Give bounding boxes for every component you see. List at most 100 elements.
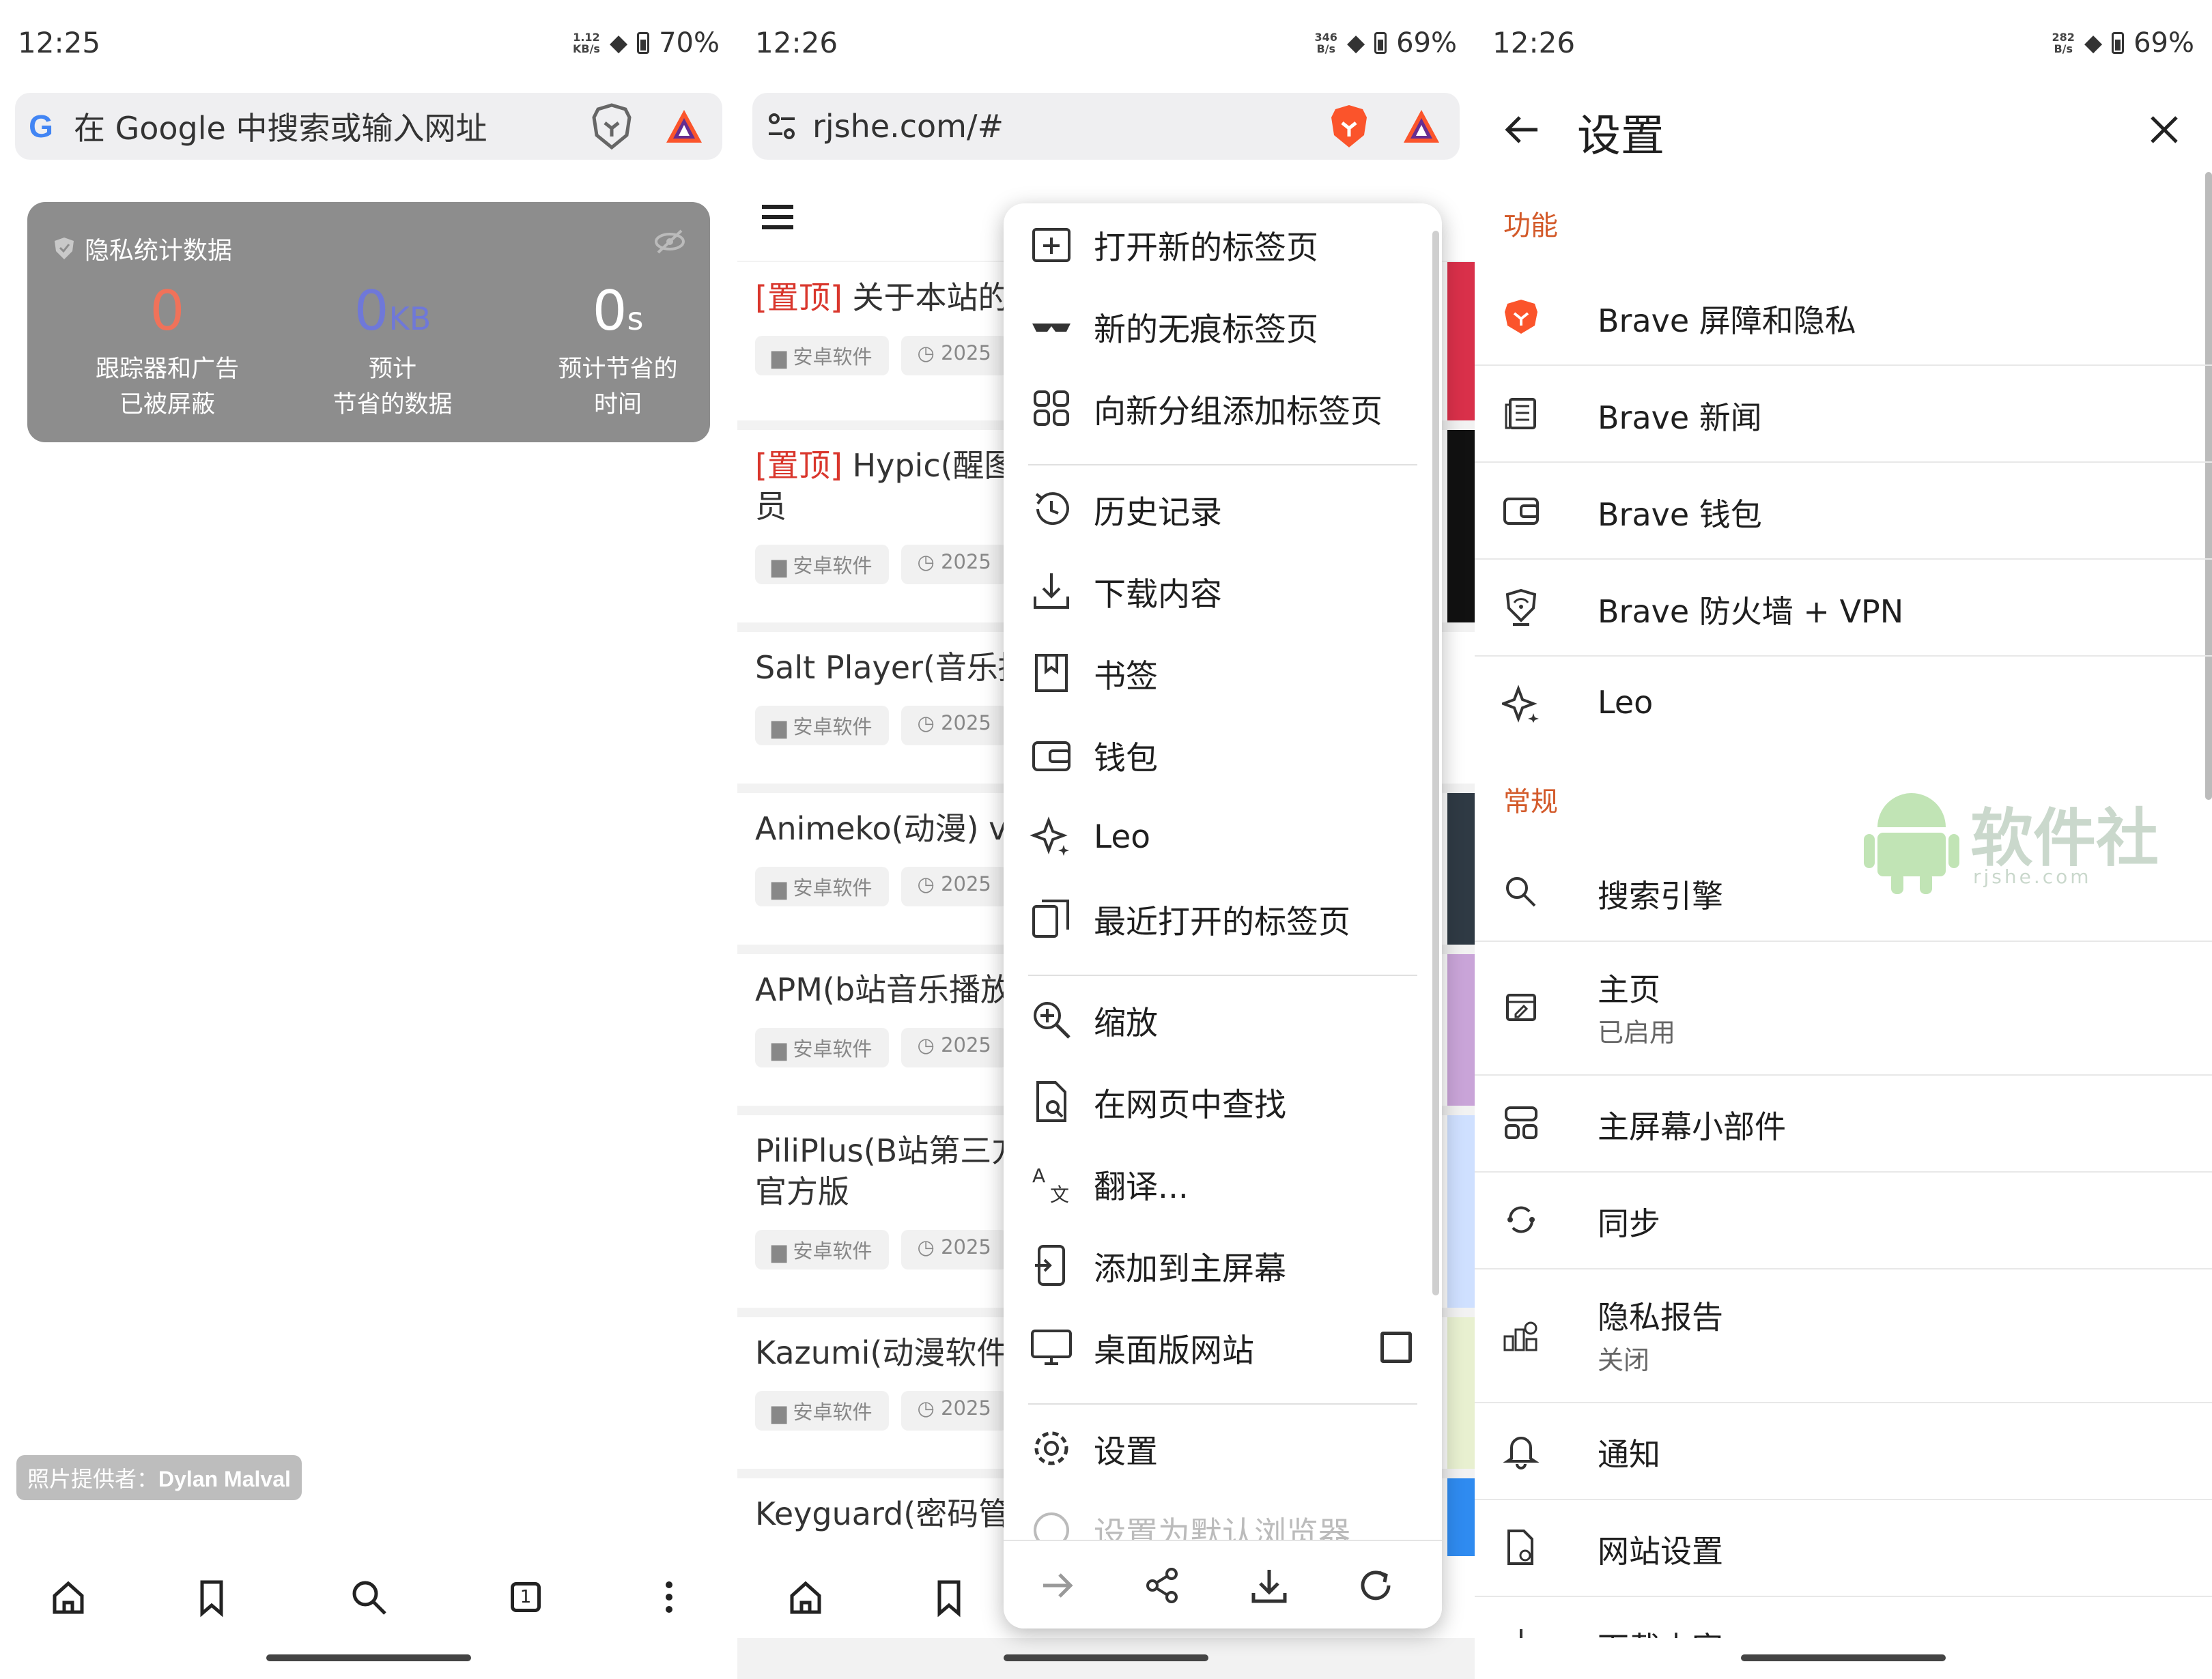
incognito-icon [1032, 324, 1070, 332]
section-general: 常规 [1503, 786, 1558, 818]
battery-level: 70% [659, 27, 720, 59]
settings-row[interactable]: Brave 新闻 [1475, 364, 2212, 463]
settings-row[interactable]: Brave 钱包 [1475, 461, 2212, 560]
menu-item[interactable]: 钱包 [1004, 714, 1442, 796]
settings-row[interactable]: 通知 [1475, 1402, 2212, 1500]
menu-item[interactable]: A 文翻译... [1004, 1143, 1442, 1224]
category-chip[interactable]: ▆ 安卓软件 [755, 1028, 889, 1067]
search-icon[interactable] [348, 1577, 389, 1618]
address-bar[interactable]: rjshe.com/# [752, 93, 1460, 160]
more-menu-icon[interactable] [649, 1577, 690, 1618]
menu-item[interactable]: 新的无痕标签页 [1004, 285, 1442, 367]
settings-row[interactable]: 网站设置 [1475, 1499, 2212, 1597]
settings-icon [1034, 1431, 1068, 1465]
desktop-site-checkbox[interactable] [1380, 1332, 1412, 1363]
menu-item[interactable]: 设置 [1004, 1407, 1442, 1489]
settings-row[interactable]: Leo [1475, 655, 2212, 752]
bookmark-icon [1035, 654, 1068, 692]
menu-item-label: 打开新的标签页 [1094, 229, 1318, 267]
brave-rewards-icon[interactable] [1401, 106, 1442, 147]
settings-row-label: 同步 [1598, 1205, 1660, 1242]
bookmark-icon[interactable] [191, 1577, 232, 1618]
menu-item[interactable]: 在网页中查找 [1004, 1061, 1442, 1143]
menu-item[interactable]: 桌面版网站 [1004, 1306, 1442, 1388]
close-icon[interactable] [2144, 109, 2185, 150]
battery-icon [1374, 32, 1387, 54]
download-page-icon[interactable] [1248, 1564, 1290, 1607]
wifi-icon: ◆ [1346, 29, 1365, 57]
reload-icon[interactable] [1355, 1564, 1397, 1607]
tab-switcher-button[interactable]: 1 [505, 1577, 546, 1618]
bookmark-icon[interactable] [928, 1577, 969, 1618]
settings-row[interactable]: 主屏幕小部件 [1475, 1074, 2212, 1173]
menu-item[interactable]: 书签 [1004, 632, 1442, 714]
settings-toolbar: 设置 [1475, 89, 2212, 171]
menu-item-label: 设置 [1094, 1433, 1158, 1471]
recent-tabs-icon [1032, 900, 1069, 938]
post-thumbnail [1447, 262, 1475, 420]
download-icon [1034, 573, 1069, 609]
settings-row[interactable]: 主页 已启用 [1475, 941, 2212, 1076]
forward-icon[interactable] [1036, 1564, 1079, 1607]
new-tab-screen: 12:25 1.12 KB/s ◆ 70% G 在 Google 中搜索或输入网址… [0, 0, 737, 1679]
brave-rewards-icon[interactable] [664, 106, 705, 147]
share-icon[interactable] [1142, 1564, 1184, 1607]
post-thumbnail [1447, 793, 1475, 945]
sync-icon [1507, 1206, 1535, 1233]
settings-row-label: Leo [1598, 684, 1654, 721]
site-info-icon[interactable] [766, 111, 797, 142]
settings-row-label: 主屏幕小部件 [1598, 1108, 1786, 1145]
widget-icon [1505, 1106, 1537, 1139]
settings-row[interactable]: Brave 屏障和隐私 [1475, 268, 2212, 366]
menu-item[interactable]: 打开新的标签页 [1004, 203, 1442, 285]
menu-item-label: 历史记录 [1094, 493, 1222, 532]
photo-credit[interactable]: 照片提供者：Dylan Malval [16, 1455, 302, 1500]
category-chip[interactable]: ▆ 安卓软件 [755, 706, 889, 745]
category-chip[interactable]: ▆ 安卓软件 [755, 1230, 889, 1269]
menu-item[interactable]: 下载内容 [1004, 550, 1442, 632]
menu-item[interactable]: 向新分组添加标签页 [1004, 367, 1442, 449]
home-icon[interactable] [785, 1577, 826, 1618]
menu-item[interactable]: 历史记录 [1004, 468, 1442, 550]
menu-item-label: 最近打开的标签页 [1094, 903, 1350, 941]
home-icon[interactable] [48, 1577, 89, 1618]
settings-row[interactable]: Brave 防火墙 + VPN [1475, 558, 2212, 657]
settings-row[interactable]: 同步 [1475, 1171, 2212, 1269]
menu-action-bar [1004, 1540, 1442, 1628]
menu-item[interactable]: 添加到主屏幕 [1004, 1224, 1442, 1306]
address-placeholder: 在 Google 中搜索或输入网址 [74, 110, 487, 147]
date-chip: ◷ 2025 [901, 706, 1008, 745]
hamburger-menu-icon[interactable] [762, 203, 793, 231]
menu-item-label: 新的无痕标签页 [1094, 311, 1318, 349]
pinned-tag: [置顶] [755, 447, 842, 484]
menu-item-label: 桌面版网站 [1094, 1332, 1254, 1370]
address-bar[interactable]: G 在 Google 中搜索或输入网址 [15, 93, 722, 160]
menu-item-label: 向新分组添加标签页 [1094, 392, 1382, 431]
battery-icon [2112, 32, 2125, 54]
date-chip: ◷ 2025 [901, 1230, 1008, 1269]
brave-shields-icon[interactable] [590, 102, 634, 150]
svg-text:A: A [1032, 1164, 1045, 1187]
category-chip[interactable]: ▆ 安卓软件 [755, 545, 889, 584]
back-arrow-icon[interactable] [1502, 109, 1543, 150]
news-icon [1505, 398, 1536, 429]
hide-eye-icon[interactable] [654, 228, 685, 255]
net-speed: 1.12 KB/s [572, 31, 600, 55]
menu-item[interactable]: 缩放 [1004, 979, 1442, 1061]
privacy-stats-card: 隐私统计数据 0 跟踪器和广告 已被屏蔽 0KB 预计 节省的数据 0s 预计节省的… [27, 202, 710, 442]
category-chip[interactable]: ▆ 安卓软件 [755, 336, 889, 375]
category-chip[interactable]: ▆ 安卓软件 [755, 1391, 889, 1431]
status-time: 12:25 [18, 26, 101, 59]
site-settings-icon [1507, 1530, 1533, 1565]
translate-icon: A文 [1032, 1164, 1069, 1205]
bell-icon [1503, 1437, 1540, 1469]
settings-row-label: Brave 新闻 [1598, 399, 1762, 436]
menu-item-label: Leo [1094, 818, 1151, 856]
menu-item[interactable]: Leo [1004, 796, 1442, 878]
brave-shields-icon[interactable] [1327, 102, 1371, 150]
settings-row[interactable]: 隐私报告 关闭 [1475, 1268, 2212, 1403]
leo-icon [1502, 685, 1539, 723]
category-chip[interactable]: ▆ 安卓软件 [755, 867, 889, 906]
menu-item[interactable]: 最近打开的标签页 [1004, 878, 1442, 960]
post-thumbnail [1447, 632, 1475, 784]
